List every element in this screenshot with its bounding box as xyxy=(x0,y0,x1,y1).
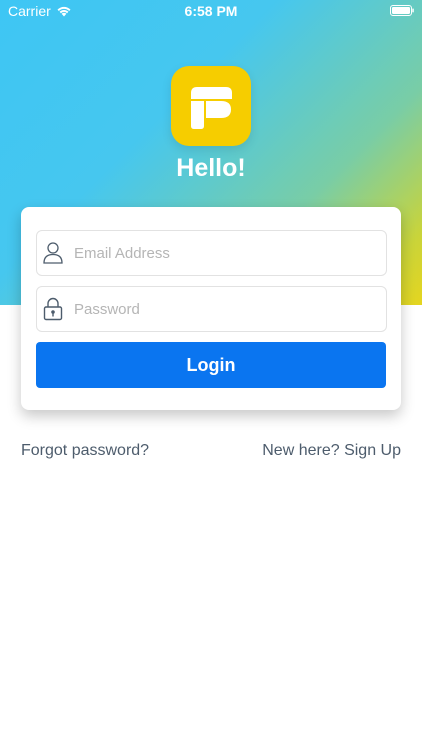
email-field-container[interactable] xyxy=(36,230,387,276)
page-title: Hello! xyxy=(176,154,246,182)
forgot-password-link[interactable]: Forgot password? xyxy=(21,442,149,460)
password-field-container[interactable] xyxy=(36,286,387,332)
password-input[interactable] xyxy=(74,287,374,331)
login-button[interactable]: Login xyxy=(36,342,386,388)
battery-icon xyxy=(390,5,414,16)
email-input[interactable] xyxy=(74,231,374,275)
status-time: 6:58 PM xyxy=(184,3,238,19)
app-logo-icon xyxy=(191,87,232,129)
sign-up-link[interactable]: New here? Sign Up xyxy=(262,442,401,460)
app-logo xyxy=(171,66,251,146)
lock-icon xyxy=(43,297,63,321)
status-bar: Carrier 6:58 PM xyxy=(0,0,422,22)
login-card: Login xyxy=(21,207,401,410)
user-icon xyxy=(43,242,63,264)
